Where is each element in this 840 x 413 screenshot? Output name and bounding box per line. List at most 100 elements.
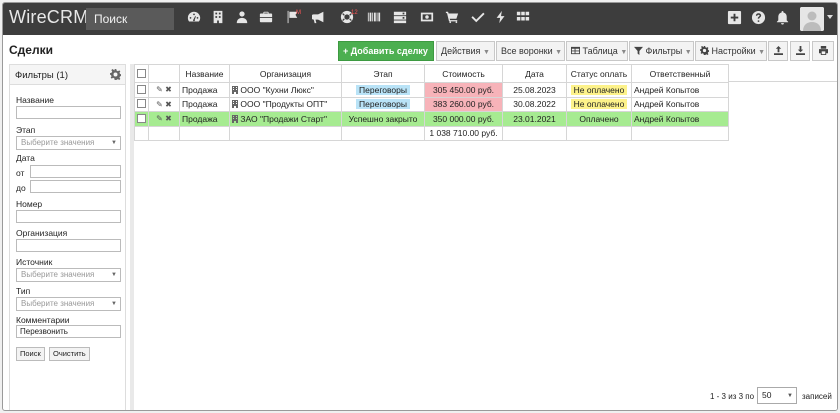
header-date[interactable]: Дата [502, 64, 567, 83]
cell-cost[interactable]: 350 000.00 руб. [424, 111, 503, 127]
lifebuoy-icon[interactable]: 12 [339, 10, 358, 26]
help-icon[interactable] [751, 10, 767, 26]
dashboard-icon[interactable] [186, 10, 202, 26]
cell-date[interactable]: 30.08.2022 [502, 96, 567, 112]
notification-badge: M [296, 10, 301, 16]
edit-icon[interactable]: ✎ [156, 114, 163, 123]
user-icon[interactable] [234, 10, 250, 26]
row-select-cell[interactable] [134, 96, 149, 112]
settings-dropdown[interactable]: Настройки ▼ [695, 41, 767, 61]
row-select-cell[interactable] [134, 111, 149, 127]
cell-stage[interactable]: Успешно закрыто [341, 111, 425, 127]
cell-stage[interactable]: Переговоры [341, 82, 425, 98]
cell-stage[interactable]: Переговоры [341, 96, 425, 112]
cell-payment-status[interactable]: Оплачено [566, 111, 632, 127]
cell-owner[interactable]: Андрей Копытов [631, 111, 729, 127]
header-name[interactable]: Название [179, 64, 230, 83]
grid-icon[interactable] [515, 10, 531, 26]
filters-dropdown[interactable]: Фильтры ▼ [629, 41, 694, 61]
barcode-icon[interactable] [366, 10, 382, 26]
cell-cost[interactable]: 383 260.00 руб. [424, 96, 503, 112]
cell-organization[interactable]: ЗАО "Продажи Старт" [229, 111, 342, 127]
cell-name[interactable]: Продажа [179, 96, 230, 112]
table-row[interactable]: ✎ ✖ Продажа ООО "Продукты ОПТ" Переговор… [134, 96, 729, 112]
select-all-checkbox[interactable] [137, 68, 146, 78]
print-button[interactable] [812, 41, 834, 61]
lightning-icon[interactable] [493, 10, 509, 26]
cell-name[interactable]: Продажа [179, 82, 230, 98]
cell-owner[interactable]: Андрей Копытов [631, 96, 729, 112]
delete-icon[interactable]: ✖ [165, 85, 172, 94]
edit-icon[interactable]: ✎ [156, 100, 163, 109]
user-avatar[interactable] [800, 7, 824, 31]
header-organization[interactable]: Организация [229, 64, 342, 83]
filter-date-label: Дата [16, 153, 35, 163]
totals-empty-cell [631, 125, 729, 141]
row-checkbox[interactable] [137, 84, 146, 94]
table-row[interactable]: ✎ ✖ Продажа ЗАО "Продажи Старт" Успешно … [134, 111, 729, 127]
funnels-dropdown[interactable]: Все воронки ▼ [496, 41, 565, 61]
filter-clear-button[interactable]: Очистить [49, 347, 90, 361]
cell-organization[interactable]: ООО "Кухни Люкс" [229, 82, 342, 98]
download-button[interactable] [790, 41, 810, 61]
building-icon[interactable] [210, 10, 226, 26]
filter-date-from-input[interactable] [30, 165, 121, 178]
cell-cost[interactable]: 305 450.00 руб. [424, 82, 503, 98]
bell-icon[interactable] [775, 10, 791, 26]
filter-date-to-input[interactable] [30, 180, 121, 193]
filter-search-button[interactable]: Поиск [16, 347, 45, 361]
filter-name-input[interactable] [16, 106, 121, 119]
flag-icon[interactable]: M [284, 10, 301, 26]
filter-comment-label: Комментарии [16, 315, 70, 325]
server-icon[interactable] [392, 10, 408, 26]
cell-date[interactable]: 23.01.2021 [502, 111, 567, 127]
row-checkbox[interactable] [137, 113, 146, 123]
chevron-down-icon: ▼ [555, 49, 563, 56]
filter-number-input[interactable] [16, 210, 121, 223]
cell-organization[interactable]: ООО "Продукты ОПТ" [229, 96, 342, 112]
cart-icon[interactable] [444, 10, 460, 26]
filter-type-select[interactable]: Выберите значения ▼ [16, 297, 121, 311]
building-icon [232, 114, 238, 124]
cost-total: 1 038 710.00 руб. [424, 125, 503, 141]
view-table-dropdown[interactable]: Таблица ▼ [566, 41, 628, 61]
global-search-input[interactable] [86, 8, 174, 30]
page-size-select[interactable]: 50 ▼ [757, 387, 797, 404]
delete-icon[interactable]: ✖ [165, 114, 172, 123]
building-icon [232, 85, 238, 95]
pager-records-label: записей [802, 392, 832, 401]
filter-stage-select[interactable]: Выберите значения ▼ [16, 136, 121, 150]
upload-button[interactable] [768, 41, 788, 61]
cell-owner[interactable]: Андрей Копытов [631, 82, 729, 98]
avatar-caret-icon[interactable] [827, 15, 833, 19]
select-all-cell[interactable] [134, 64, 149, 83]
header-stage[interactable]: Этап [341, 64, 425, 83]
table-row[interactable]: ✎ ✖ Продажа ООО "Кухни Люкс" Переговоры … [134, 82, 729, 98]
megaphone-icon[interactable] [311, 10, 327, 26]
cell-payment-status[interactable]: Не оплачено [566, 82, 632, 98]
actions-dropdown[interactable]: Действия ▼ [436, 41, 495, 61]
check-icon[interactable] [470, 10, 486, 26]
help-badge: 12 [351, 10, 358, 16]
header-payment-status[interactable]: Статус оплать [566, 64, 632, 83]
cell-name[interactable]: Продажа [179, 111, 230, 127]
briefcase-icon[interactable] [258, 10, 274, 26]
row-checkbox[interactable] [137, 99, 146, 109]
header-owner[interactable]: Ответственный [631, 64, 729, 83]
upload-icon [773, 46, 783, 55]
cell-payment-status[interactable]: Не оплачено [566, 96, 632, 112]
money-icon[interactable] [419, 10, 435, 26]
filter-source-label: Источник [16, 257, 53, 267]
filter-comment-input[interactable] [16, 325, 121, 338]
row-select-cell[interactable] [134, 82, 149, 98]
filter-source-select[interactable]: Выберите значения ▼ [16, 268, 121, 282]
add-square-icon[interactable] [727, 10, 743, 26]
brand-logo[interactable]: WireCRM [9, 7, 88, 28]
edit-icon[interactable]: ✎ [156, 85, 163, 94]
cell-date[interactable]: 25.08.2023 [502, 82, 567, 98]
gear-icon[interactable] [110, 69, 122, 82]
filter-org-input[interactable] [16, 239, 121, 252]
delete-icon[interactable]: ✖ [165, 100, 172, 109]
header-cost[interactable]: Стоимость [424, 64, 503, 83]
add-deal-button[interactable]: + Добавить сделку [338, 41, 434, 61]
